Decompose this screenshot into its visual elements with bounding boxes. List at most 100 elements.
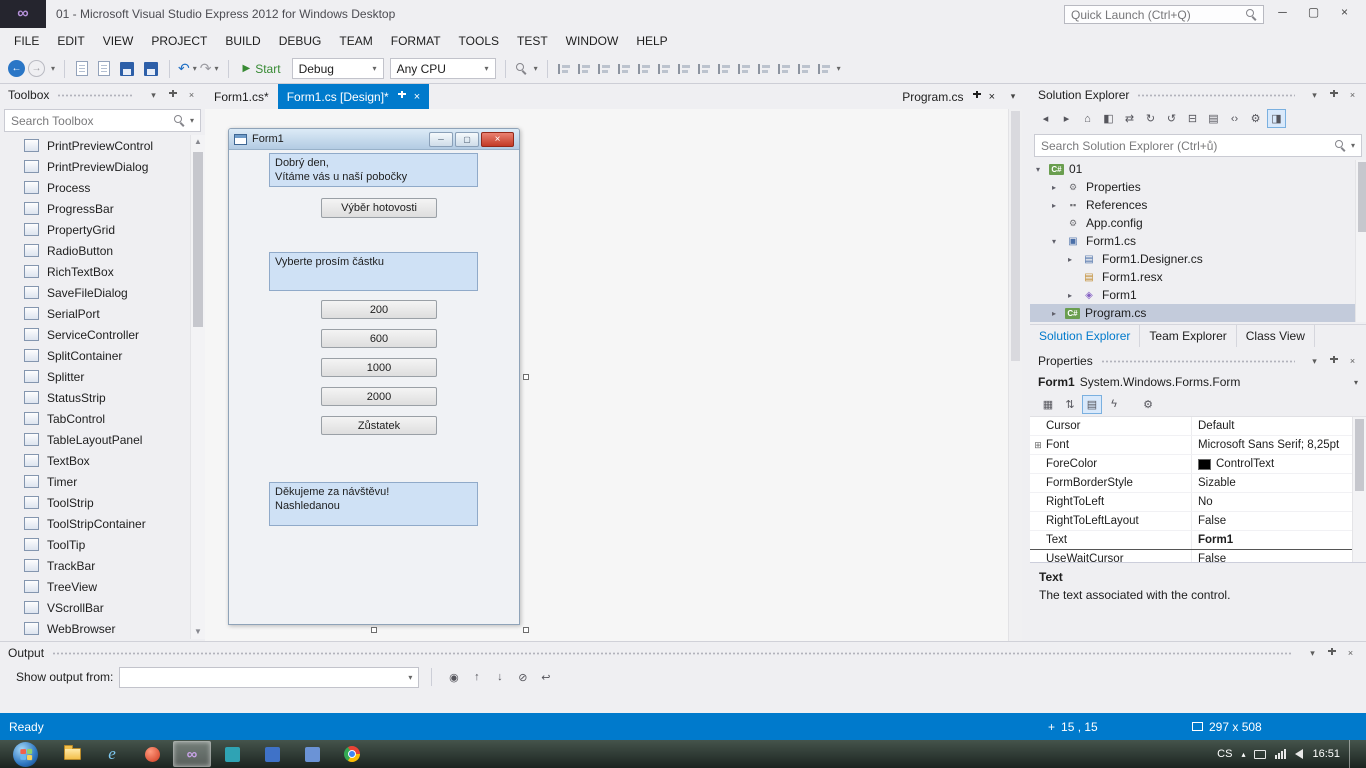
choose-amount-label[interactable]: Vyberte prosím částku [269,252,478,291]
toolbox-item[interactable]: RichTextBox [0,261,190,282]
tree-item[interactable]: ▸ ▤ Form1.Designer.cs [1030,250,1366,268]
toolbox-item[interactable]: TabControl [0,408,190,429]
tree-item[interactable]: ⚙ App.config [1030,214,1366,232]
save-icon[interactable] [120,62,134,76]
tab-form1-cs[interactable]: Form1.cs* [205,84,278,109]
tree-item[interactable]: ▸ C# Program.cs [1030,304,1366,322]
output-toolbar-icon[interactable]: ↑ [467,668,486,687]
output-header[interactable]: Output ▾ × [0,642,1366,664]
tree-item[interactable]: ▸ ◈ Form1 [1030,286,1366,304]
solution-toolbar-icon[interactable]: ↻ [1141,109,1160,128]
expander-icon[interactable]: ▾ [1052,237,1065,246]
language-indicator[interactable]: CS [1217,748,1232,760]
expander-icon[interactable]: ▸ [1068,255,1081,264]
format-icon[interactable] [816,61,832,77]
toolbox-scrollbar[interactable]: ▲ ▼ [190,135,205,639]
menu-item[interactable]: DEBUG [270,28,331,54]
tree-item[interactable]: ▤ Form1.resx [1030,268,1366,286]
tray-network-icon[interactable] [1275,749,1286,759]
toolbox-search-input[interactable]: Search Toolbox ▾ [4,109,201,132]
resize-handle-bottom[interactable] [371,627,377,633]
explorer-tab[interactable]: Class View [1237,325,1315,347]
document-list-chevron-icon[interactable]: ▾ [1004,84,1022,109]
expander-icon[interactable]: ▸ [1052,183,1065,192]
pin-icon[interactable] [1324,646,1339,660]
window-position-chevron-icon[interactable]: ▾ [146,88,161,102]
toolbox-item[interactable]: TableLayoutPanel [0,429,190,450]
properties-toolbar-icon[interactable]: ▦ [1038,395,1058,414]
toolbox-item[interactable]: VScrollBar [0,597,190,618]
amount-button[interactable]: Zůstatek [321,416,437,435]
property-row[interactable]: ForeColor ControlText [1030,455,1352,474]
output-toolbar-icon[interactable]: ↩ [536,668,555,687]
format-icon[interactable] [656,61,672,77]
property-value[interactable]: ControlText [1192,458,1352,470]
toolbox-item[interactable]: StatusStrip [0,387,190,408]
property-value[interactable]: No [1192,496,1352,508]
close-tab-icon[interactable]: × [414,91,420,103]
toolbox-item[interactable]: Timer [0,471,190,492]
form-body[interactable]: Dobrý den, Vítáme vás u naší pobočky Výb… [229,150,519,624]
save-all-icon[interactable] [144,62,158,76]
tray-expand-icon[interactable]: ▴ [1241,750,1245,759]
scrollbar-thumb[interactable] [1358,162,1366,232]
quick-launch-input[interactable]: Quick Launch (Ctrl+Q) [1064,5,1264,24]
format-icon[interactable] [756,61,772,77]
menu-item[interactable]: FORMAT [382,28,450,54]
format-icon[interactable] [736,61,752,77]
toolbox-item[interactable]: ServiceController [0,324,190,345]
properties-toolbar-icon[interactable]: ϟ [1104,395,1124,414]
taskbar-app[interactable] [253,741,291,767]
output-source-select[interactable]: ▾ [119,667,419,688]
object-selector[interactable]: Form1 System.Windows.Forms.Form ▾ [1030,372,1366,392]
designed-form[interactable]: Form1 ─ ▢ × Dobrý den, Vítáme vás u naší… [228,128,520,625]
resize-handle-right[interactable] [523,374,529,380]
toolbox-item[interactable]: ProgressBar [0,198,190,219]
toolbox-header[interactable]: Toolbox ▾ × [0,84,205,106]
menu-item[interactable]: EDIT [48,28,93,54]
format-icon[interactable] [636,61,652,77]
format-icon[interactable] [556,61,572,77]
nav-chevron-icon[interactable]: ▾ [51,64,55,73]
property-value[interactable]: Microsoft Sans Serif; 8,25pt [1192,439,1352,451]
pin-icon[interactable] [971,91,982,102]
designer-scrollbar[interactable] [1008,109,1022,641]
solution-explorer-header[interactable]: Solution Explorer ▾ × [1030,84,1366,106]
menu-item[interactable]: TEST [508,28,557,54]
solution-platform-select[interactable]: Any CPU ▾ [390,58,496,79]
menu-item[interactable]: PROJECT [142,28,216,54]
scrollbar-thumb[interactable] [193,152,203,327]
show-desktop-button[interactable] [1349,740,1358,768]
format-icon[interactable] [616,61,632,77]
toolbox-item[interactable]: SerialPort [0,303,190,324]
expand-icon[interactable]: ⊞ [1030,440,1046,451]
start-button[interactable] [13,742,38,767]
redo-icon[interactable]: ↷ [200,60,212,77]
menu-item[interactable]: TOOLS [450,28,508,54]
solution-toolbar-icon[interactable]: ⚙ [1246,109,1265,128]
menu-item[interactable]: HELP [627,28,676,54]
restore-button[interactable]: ▢ [1298,0,1329,23]
solution-toolbar-icon[interactable]: ◧ [1099,109,1118,128]
solution-configuration-select[interactable]: Debug ▾ [292,58,384,79]
toolbox-item[interactable]: RadioButton [0,240,190,261]
output-toolbar-icon[interactable]: ◉ [444,668,463,687]
toolbox-item[interactable]: TrackBar [0,555,190,576]
toolbox-item[interactable]: TextBox [0,450,190,471]
property-row[interactable]: UseWaitCursor False [1030,550,1352,562]
property-value[interactable]: Sizable [1192,477,1352,489]
expander-icon[interactable]: ▸ [1068,291,1081,300]
toolbox-item[interactable]: ToolStripContainer [0,513,190,534]
find-chevron-icon[interactable]: ▾ [534,64,538,73]
clock[interactable]: 16:51 [1312,748,1340,760]
navigate-forward-icon[interactable]: → [28,60,45,77]
properties-header[interactable]: Properties ▾ × [1030,350,1366,372]
tree-item[interactable]: ▸ ▪▪ References [1030,196,1366,214]
window-position-chevron-icon[interactable]: ▾ [1307,354,1322,368]
pin-icon[interactable] [1326,354,1341,368]
pin-icon[interactable] [165,88,180,102]
tree-item[interactable]: ▾ C# 01 [1030,160,1366,178]
solution-toolbar-icon[interactable]: ⌂ [1078,109,1097,128]
menu-item[interactable]: WINDOW [557,28,628,54]
pin-icon[interactable] [396,91,407,102]
